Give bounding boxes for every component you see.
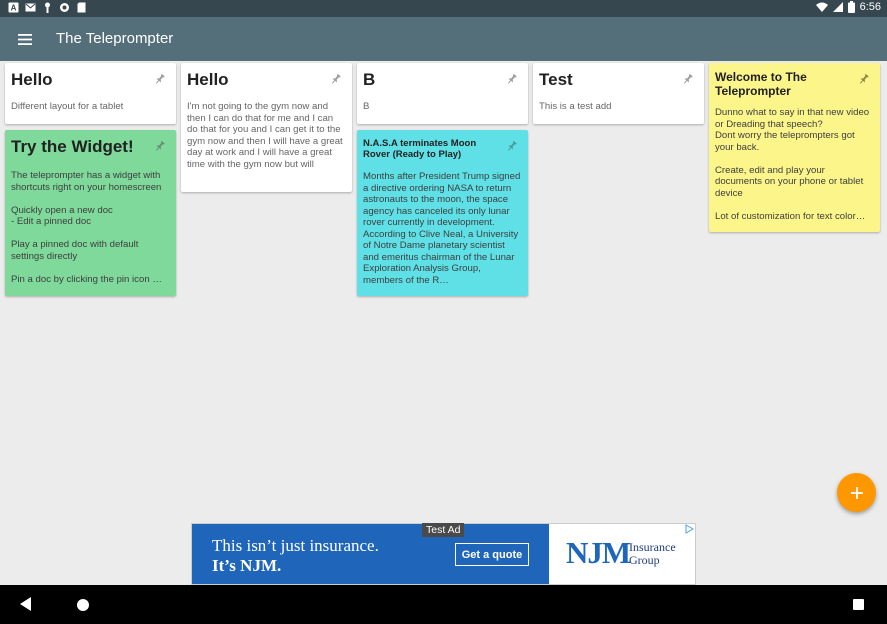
card-title: Hello (187, 70, 229, 89)
mail-icon (25, 3, 36, 12)
pin-icon[interactable] (858, 73, 870, 85)
clock: 6:56 (859, 1, 881, 13)
card-title: Try the Widget! (11, 137, 134, 156)
ad-brand-logo: NJM (566, 535, 631, 570)
circle-icon (60, 3, 69, 12)
card-body: I'm not going to the gym now and then I … (187, 101, 346, 170)
battery-icon (847, 1, 855, 13)
ad-choices-icon[interactable] (684, 524, 694, 534)
key-icon (45, 2, 50, 13)
ad-subheadline: It’s NJM. (212, 556, 282, 575)
card-body: Different layout for a tablet (11, 101, 124, 112)
signal-icon (832, 1, 843, 12)
home-icon[interactable] (77, 599, 89, 611)
card-body: The teleprompter has a widget with short… (11, 170, 162, 285)
doc-card-hello-gym[interactable]: Hello I'm not going to the gym now and t… (181, 63, 352, 192)
pin-icon[interactable] (506, 73, 518, 85)
doc-card-try-widget[interactable]: Try the Widget! The teleprompter has a w… (5, 130, 176, 296)
sd-card-icon (77, 2, 86, 13)
card-body: Months after President Trump signed a di… (363, 171, 521, 286)
doc-card-nasa[interactable]: N.A.S.A terminates Moon Rover (Ready to … (357, 130, 528, 296)
card-title: N.A.S.A terminates Moon Rover (Ready to … (363, 138, 477, 161)
navigation-bar (0, 585, 887, 624)
system-icons: 6:56 (815, 1, 881, 13)
card-body: B (363, 101, 370, 112)
ad-label: Test Ad (422, 523, 465, 537)
doc-card-test[interactable]: Test This is a test add (533, 63, 704, 124)
add-document-button[interactable] (837, 473, 876, 512)
pin-icon[interactable] (330, 73, 342, 85)
pin-icon[interactable] (682, 73, 694, 85)
ad-cta-button[interactable]: Get a quote (455, 543, 529, 566)
doc-card-hello-tablet[interactable]: Hello Different layout for a tablet (5, 63, 176, 124)
wifi-icon (815, 2, 828, 12)
svg-text:A: A (11, 4, 17, 13)
back-icon[interactable] (20, 597, 32, 611)
ad-creative: This isn’t just insurance. It’s NJM. Get… (192, 524, 549, 584)
doc-card-welcome[interactable]: Welcome to The Teleprompter Dunno what t… (709, 63, 880, 232)
plus-icon (850, 486, 863, 499)
pin-icon[interactable] (154, 140, 166, 152)
menu-button[interactable] (12, 27, 38, 51)
pin-icon[interactable] (506, 140, 518, 152)
pin-icon[interactable] (154, 73, 166, 85)
notification-icons: A (8, 2, 87, 13)
ad-brand-sub-line2: Group (629, 553, 660, 567)
a-icon: A (8, 2, 19, 13)
app-title: The Teleprompter (56, 30, 174, 47)
app-bar: The Teleprompter (0, 17, 887, 61)
doc-card-b[interactable]: B B (357, 63, 528, 124)
card-title: B (363, 70, 376, 89)
card-body: Dunno what to say in that new video or D… (715, 107, 870, 222)
card-title: Welcome to The Teleprompter (715, 70, 807, 98)
card-body: This is a test add (539, 101, 612, 112)
status-bar: A 6:56 (0, 0, 887, 17)
card-title: Hello (11, 70, 53, 89)
recents-icon[interactable] (853, 599, 864, 610)
card-title: Test (539, 70, 573, 89)
ad-brand-sub: Insurance Group (629, 541, 676, 567)
hamburger-menu-icon (18, 33, 32, 45)
ad-headline: This isn’t just insurance. (212, 536, 379, 555)
